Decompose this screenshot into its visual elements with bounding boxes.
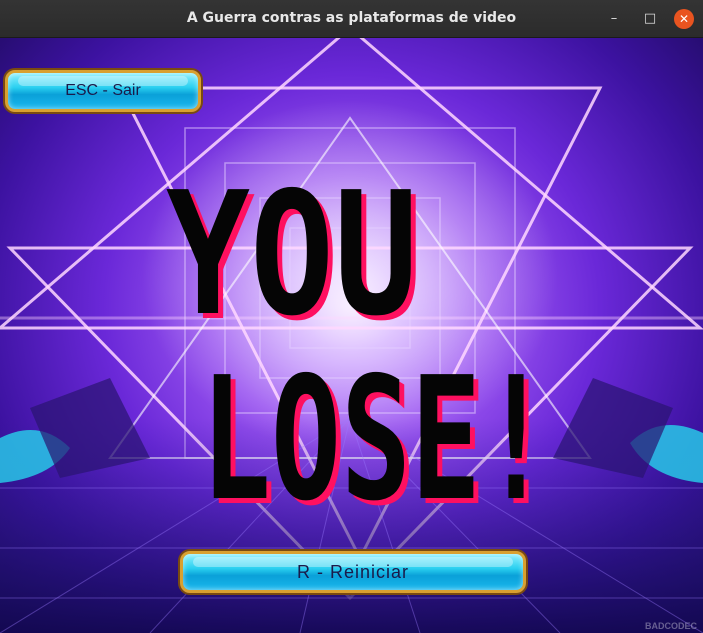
exit-button-label: ESC - Sair	[65, 82, 141, 99]
window-title: A Guerra contras as plataformas de video	[186, 10, 517, 26]
restart-button-label: R - Reiniciar	[296, 562, 410, 582]
game-over-message: YOU YOU LOSE! LOSE!	[166, 156, 556, 544]
game-window: A Guerra contras as plataformas de video…	[0, 0, 703, 633]
maximize-icon[interactable]: □	[640, 9, 660, 29]
watermark: BADCODEC	[644, 621, 697, 631]
close-icon[interactable]: ✕	[674, 9, 694, 29]
minimize-icon[interactable]: –	[604, 9, 624, 29]
lose-text: LOSE!	[201, 341, 551, 539]
you-text: YOU	[166, 156, 418, 354]
restart-button[interactable]: R - Reiniciar	[180, 551, 526, 593]
title-bar[interactable]: A Guerra contras as plataformas de video…	[0, 0, 703, 38]
game-canvas: YOU YOU LOSE! LOSE! ESC - Sair R - Reini…	[0, 38, 703, 633]
exit-button[interactable]: ESC - Sair	[5, 70, 201, 112]
